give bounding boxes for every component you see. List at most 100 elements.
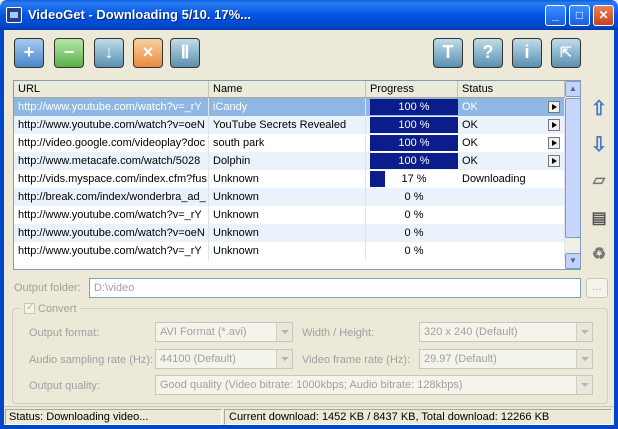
- name-cell: Unknown: [209, 242, 366, 260]
- table-row[interactable]: http://www.youtube.com/watch?v=_rY iCandy…: [14, 98, 565, 116]
- trash-icon[interactable]: ♻: [588, 244, 610, 266]
- progress-bar: 0 %: [370, 189, 458, 205]
- add-download-button[interactable]: +: [14, 38, 44, 68]
- chevron-down-icon: [576, 323, 592, 341]
- name-cell: Unknown: [209, 224, 366, 242]
- output-quality-select[interactable]: Good quality (Video bitrate: 1000kbps; A…: [155, 375, 593, 395]
- convert-checkbox[interactable]: Convert: [21, 301, 80, 316]
- progress-text: 0 %: [404, 191, 424, 203]
- table-row[interactable]: http://vids.myspace.com/index.cfm?fus Unk…: [14, 170, 565, 188]
- progress-bar: 0 %: [370, 243, 458, 259]
- progress-text: 100 %: [398, 155, 430, 167]
- play-icon[interactable]: [548, 101, 560, 113]
- name-cell: south park: [209, 134, 366, 152]
- chevron-down-icon: [576, 350, 592, 368]
- url-cell: http://www.youtube.com/watch?v=_rY: [14, 242, 209, 260]
- output-folder-label: Output folder:: [14, 282, 81, 294]
- frame-rate-label: Video frame rate (Hz):: [302, 354, 411, 366]
- progress-text: 0 %: [404, 209, 424, 221]
- progress-bar: 17 %: [370, 171, 458, 187]
- chevron-down-icon: [576, 376, 592, 394]
- status-cell: Downloading: [458, 170, 565, 188]
- close-button[interactable]: ✕: [593, 5, 614, 26]
- column-header-url[interactable]: URL: [14, 81, 209, 97]
- pause-download-button[interactable]: Ⅱ: [170, 38, 200, 68]
- column-header-status[interactable]: Status: [458, 81, 565, 97]
- move-down-icon[interactable]: ⇩: [588, 132, 610, 156]
- column-header-name[interactable]: Name: [209, 81, 366, 97]
- progress-text: 100 %: [398, 119, 430, 131]
- table-row[interactable]: http://break.com/index/wonderbra_ad_ Unkn…: [14, 188, 565, 206]
- table-row[interactable]: http://www.youtube.com/watch?v=_rY Unknow…: [14, 242, 565, 260]
- name-cell: Unknown: [209, 170, 366, 188]
- table-row[interactable]: http://www.youtube.com/watch?v=_rY Unknow…: [14, 206, 565, 224]
- width-height-label: Width / Height:: [302, 327, 375, 339]
- window-title: VideoGet - Downloading 5/10. 17%...: [28, 7, 251, 22]
- checkbox-icon: [24, 301, 35, 315]
- url-cell: http://video.google.com/videoplay?doc: [14, 134, 209, 152]
- film-icon[interactable]: ▤: [588, 208, 610, 230]
- remove-download-button[interactable]: −: [54, 38, 84, 68]
- frame-rate-select[interactable]: 29.97 (Default): [419, 349, 593, 369]
- url-cell: http://www.youtube.com/watch?v=_rY: [14, 98, 209, 116]
- app-icon: [6, 7, 22, 23]
- progress-bar: 0 %: [370, 225, 458, 241]
- table-row[interactable]: http://www.youtube.com/watch?v=oeN Unknow…: [14, 224, 565, 242]
- window-border: [614, 30, 618, 429]
- url-cell: http://vids.myspace.com/index.cfm?fus: [14, 170, 209, 188]
- column-header-progress[interactable]: Progress: [366, 81, 458, 97]
- play-icon[interactable]: [548, 119, 560, 131]
- progress-text: 17 %: [401, 173, 427, 185]
- name-cell: YouTube Secrets Revealed: [209, 116, 366, 134]
- table-row[interactable]: http://www.youtube.com/watch?v=oeN YouTub…: [14, 116, 565, 134]
- status-text: Status: Downloading video...: [5, 409, 222, 425]
- title-bar[interactable]: VideoGet - Downloading 5/10. 17%... _ □ …: [0, 0, 618, 30]
- move-up-icon[interactable]: ⇧: [588, 96, 610, 120]
- name-cell: Unknown: [209, 188, 366, 206]
- url-cell: http://www.youtube.com/watch?v=_rY: [14, 206, 209, 224]
- folder-icon[interactable]: ▱: [588, 170, 610, 192]
- url-cell: http://break.com/index/wonderbra_ad_: [14, 188, 209, 206]
- width-height-select[interactable]: 320 x 240 (Default): [419, 322, 593, 342]
- audio-rate-select[interactable]: 44100 (Default): [155, 349, 293, 369]
- start-download-button[interactable]: ↓: [94, 38, 124, 68]
- info-button[interactable]: i: [512, 38, 542, 68]
- progress-text: 100 %: [398, 101, 430, 113]
- download-totals: Current download: 1452 KB / 8437 KB, Tot…: [224, 409, 612, 425]
- status-cell: [458, 224, 565, 242]
- chevron-down-icon: [276, 350, 292, 368]
- status-cell: [458, 206, 565, 224]
- table-row[interactable]: http://www.metacafe.com/watch/5028 Dolphi…: [14, 152, 565, 170]
- progress-bar: 100 %: [370, 117, 458, 133]
- output-quality-label: Output quality:: [29, 380, 100, 392]
- status-cell: [458, 242, 565, 260]
- output-format-select[interactable]: AVI Format (*.avi): [155, 322, 293, 342]
- name-cell: Dolphin: [209, 152, 366, 170]
- scroll-up-icon[interactable]: ▲: [565, 81, 580, 97]
- window-border: [0, 425, 618, 429]
- progress-bar: 100 %: [370, 99, 458, 115]
- vertical-scrollbar[interactable]: ▲ ▼: [565, 81, 580, 269]
- scroll-thumb[interactable]: [565, 98, 580, 238]
- minimize-button[interactable]: _: [545, 5, 566, 26]
- name-cell: iCandy: [209, 98, 366, 116]
- table-header: URL Name Progress Status: [14, 81, 565, 98]
- status-bar: Status: Downloading video... Current dow…: [4, 406, 614, 425]
- download-list[interactable]: URL Name Progress Status http://www.yout…: [13, 80, 581, 270]
- exit-icon[interactable]: ⇱: [551, 38, 581, 68]
- play-icon[interactable]: [548, 155, 560, 167]
- progress-text: 0 %: [404, 227, 424, 239]
- name-cell: Unknown: [209, 206, 366, 224]
- play-icon[interactable]: [548, 137, 560, 149]
- scroll-down-icon[interactable]: ▼: [565, 253, 580, 269]
- progress-bar: 100 %: [370, 153, 458, 169]
- settings-button[interactable]: T: [433, 38, 463, 68]
- help-button[interactable]: ?: [473, 38, 503, 68]
- maximize-button[interactable]: □: [569, 5, 590, 26]
- output-format-label: Output format:: [29, 327, 100, 339]
- browse-button[interactable]: ...: [586, 278, 608, 298]
- table-row[interactable]: http://video.google.com/videoplay?doc sou…: [14, 134, 565, 152]
- output-folder-input[interactable]: D:\video: [89, 278, 581, 298]
- url-cell: http://www.metacafe.com/watch/5028: [14, 152, 209, 170]
- stop-download-button[interactable]: ×: [133, 38, 163, 68]
